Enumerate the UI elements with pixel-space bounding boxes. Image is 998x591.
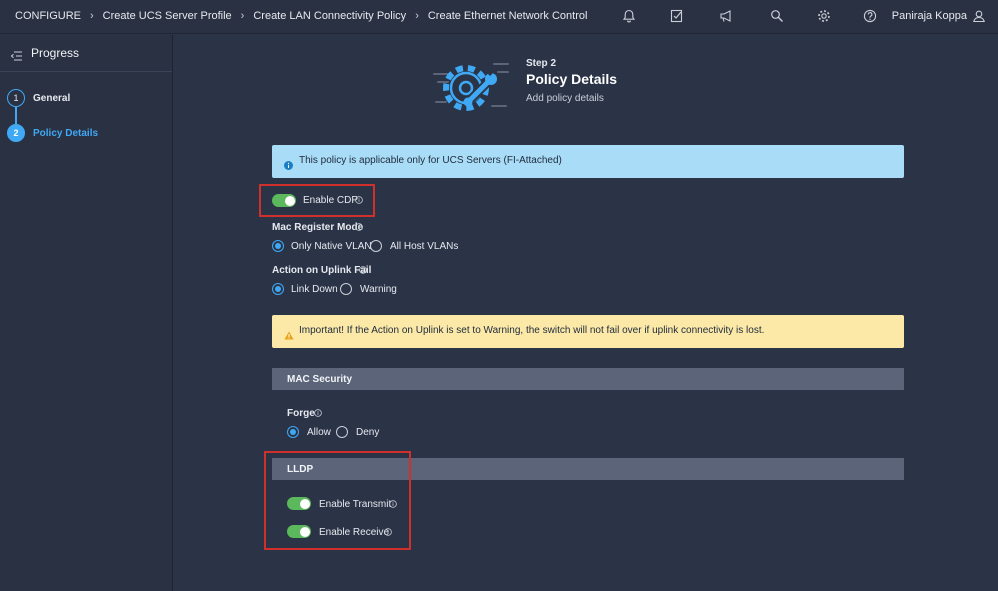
top-bar: CONFIGURE › Create UCS Server Profile › Crea… [0,0,998,34]
all-host-vlans-label[interactable]: All Host VLANs [390,241,458,252]
mac-register-mode-label: Mac Register Mode [272,222,364,233]
forge-deny-label[interactable]: Deny [356,427,379,438]
radio-warning[interactable] [340,283,352,295]
radio-link-down[interactable] [272,283,284,295]
chevron-right-icon: › [240,10,245,22]
chevron-right-icon: › [90,10,94,22]
radio-forge-deny[interactable] [336,426,348,438]
breadcrumb-current: Create Ethernet Network Control [427,10,588,22]
collapse-menu-icon[interactable] [10,48,22,61]
radio-only-native-vlan[interactable] [272,240,284,252]
step-policy-details-label[interactable]: Policy Details [33,128,98,139]
page-title: Policy Details [526,71,618,87]
info-banner: This policy is applicable only for UCS S… [272,145,904,178]
progress-sidebar: Progress 1 General 2 Policy Details [0,35,173,591]
forge-allow-label[interactable]: Allow [307,427,331,438]
info-icon[interactable] [359,266,367,274]
highlight-box-cdp [259,184,375,217]
step-1-indicator[interactable]: 1 [7,89,25,107]
warning-triangle-icon [284,327,294,340]
only-native-vlan-label[interactable]: Only Native VLAN [291,241,372,252]
mac-security-section-header: MAC Security [272,368,904,390]
forge-label: Forge [287,408,315,419]
progress-title: Progress [31,46,80,60]
mac-security-title: MAC Security [287,374,353,385]
checklist-icon[interactable] [670,9,684,23]
search-icon[interactable] [770,9,784,23]
radio-forge-allow[interactable] [287,426,299,438]
bell-icon[interactable] [622,9,636,23]
info-icon [284,157,293,170]
link-down-label[interactable]: Link Down [291,284,338,295]
radio-all-host-vlans[interactable] [370,240,382,252]
breadcrumb-server-profile[interactable]: Create UCS Server Profile [103,10,232,22]
warning-label[interactable]: Warning [360,284,397,295]
step-number: Step 2 [526,58,557,69]
user-icon[interactable] [972,9,986,23]
info-icon[interactable] [314,409,322,417]
step-general-label[interactable]: General [33,93,70,104]
breadcrumb-configure[interactable]: CONFIGURE [15,10,81,22]
info-icon[interactable] [355,223,363,231]
chevron-right-icon: › [415,10,419,22]
highlight-box-lldp [264,451,411,550]
warning-banner: Important! If the Action on Uplink is se… [272,315,904,348]
progress-header: Progress [0,35,172,72]
warning-banner-text: Important! If the Action on Uplink is se… [299,325,765,336]
breadcrumb: CONFIGURE › Create UCS Server Profile › Crea… [15,10,587,22]
gear-icon[interactable] [817,9,831,23]
megaphone-icon[interactable] [719,9,733,23]
page-subtitle: Add policy details [526,93,604,104]
user-name[interactable]: Paniraja Koppa [892,10,967,22]
step-2-indicator[interactable]: 2 [7,124,25,142]
action-on-uplink-fail-label: Action on Uplink Fail [272,265,372,276]
help-icon[interactable] [863,9,877,23]
info-banner-text: This policy is applicable only for UCS S… [299,155,562,166]
breadcrumb-lan-policy[interactable]: Create LAN Connectivity Policy [253,10,406,22]
policy-gear-wrench-icon [432,56,512,122]
